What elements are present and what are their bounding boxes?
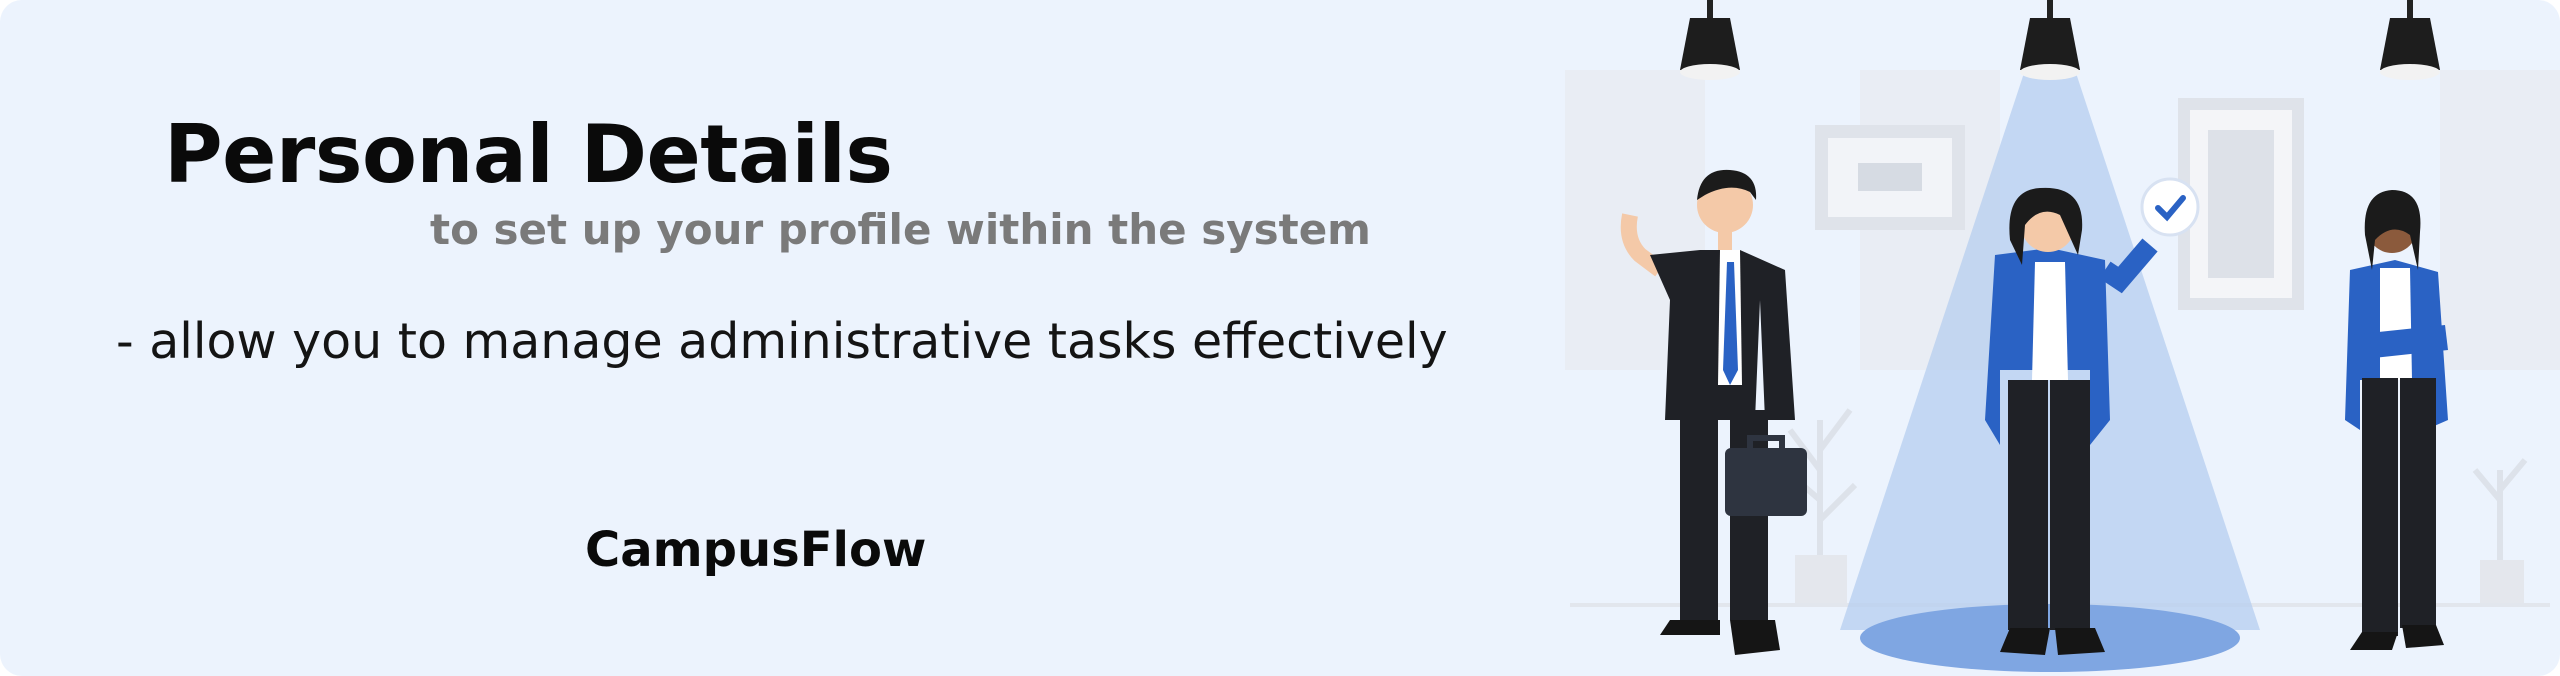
- ceiling-lamp-icon: [2020, 0, 2080, 80]
- business-people-illustration: [1565, 0, 2560, 672]
- page-title: Personal Details: [164, 108, 893, 201]
- plant-icon: [2472, 458, 2528, 604]
- feature-bullet: - allow you to manage administrative tas…: [116, 313, 1448, 370]
- ceiling-lamp-icon: [1680, 0, 1740, 80]
- check-badge-icon: [2140, 177, 2200, 237]
- page-subtitle: to set up your profile within the system: [430, 205, 1371, 254]
- ceiling-lamp-icon: [2380, 0, 2440, 80]
- personal-details-banner: Personal Details to set up your profile …: [0, 0, 2560, 676]
- woman-crossed-arms-figure: [2345, 190, 2448, 650]
- brand-name: CampusFlow: [585, 522, 927, 578]
- picture-frame-icon: [1815, 125, 1965, 230]
